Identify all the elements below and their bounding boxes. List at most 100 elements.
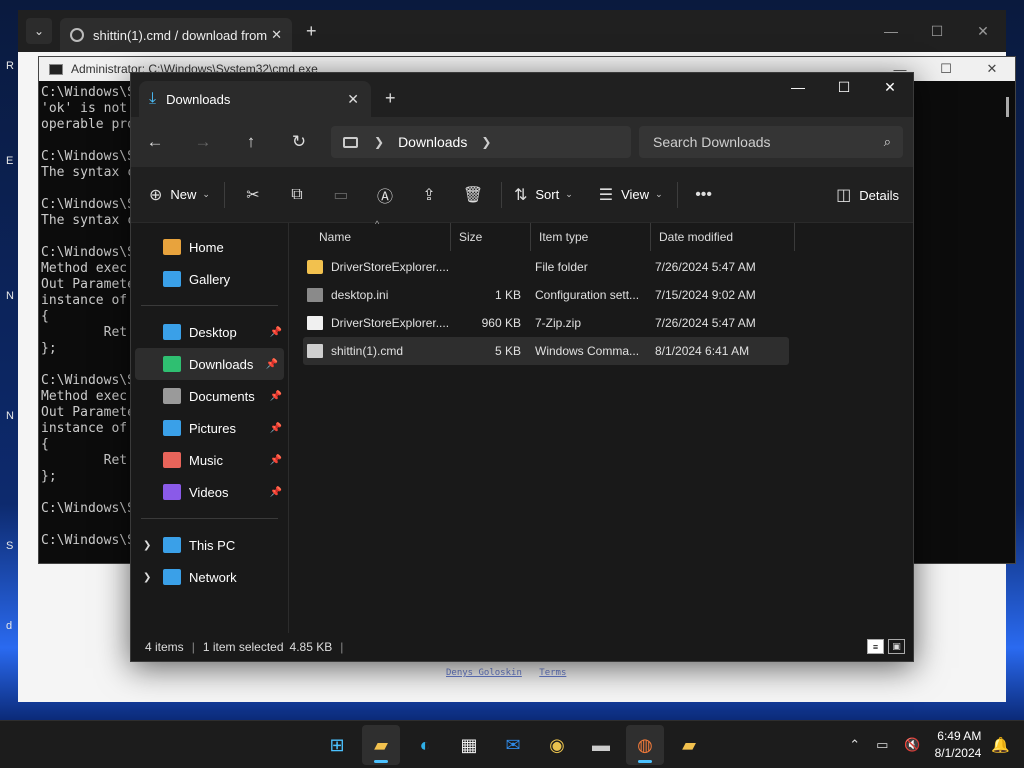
close-button[interactable]: ✕ (867, 73, 913, 101)
clipboard-icon: ▭ (333, 186, 349, 204)
folder-icon[interactable]: ▰ (670, 725, 708, 765)
minimize-button[interactable]: — (775, 73, 821, 101)
file-row[interactable]: desktop.ini 1 KB Configuration sett... 7/15… (303, 281, 789, 309)
browser-tab[interactable]: shittin(1).cmd / download from ✕ (60, 18, 292, 52)
chevron-down-icon: ⌄ (565, 189, 573, 199)
sidebar-item-videos[interactable]: Videos 📌 (131, 476, 288, 508)
sidebar-item-documents[interactable]: Documents 📌 (131, 380, 288, 412)
details-view-icon[interactable]: ≡ (867, 639, 884, 654)
share-button[interactable]: ⇪ (407, 167, 451, 223)
sidebar-item-label: Pictures (189, 420, 236, 436)
footer-link-terms[interactable]: Terms (539, 668, 566, 678)
new-button[interactable]: ⊕ New ⌄ (149, 167, 210, 223)
outlook-icon[interactable]: ✉ (494, 725, 532, 765)
maximize-button[interactable]: ☐ (821, 73, 867, 101)
sort-button[interactable]: ⇅ Sort ⌄ (514, 167, 573, 223)
plus-circle-icon: ⊕ (149, 186, 163, 204)
network-status-icon[interactable]: ▭ (876, 737, 888, 753)
close-button[interactable]: ✕ (969, 57, 1015, 81)
column-item-type[interactable]: Item type (531, 223, 651, 251)
minimize-button[interactable]: — (868, 10, 914, 52)
pictures-icon (163, 420, 181, 436)
explorer-tab[interactable]: ⤓ Downloads ✕ (139, 81, 371, 117)
file-row[interactable]: shittin(1).cmd 5 KB Windows Comma... 8/1/20… (303, 337, 789, 365)
view-button[interactable]: ☰ View ⌄ (599, 167, 663, 223)
desktop-icon-label[interactable]: S (6, 540, 13, 552)
desktop-icon-label[interactable]: R (6, 60, 14, 72)
desktop-icon-label[interactable]: N (6, 410, 14, 422)
desktop-icon (163, 324, 181, 340)
maximize-button[interactable]: ☐ (923, 57, 969, 81)
column-date-modified[interactable]: Date modified (651, 223, 795, 251)
clock[interactable]: 6:49 AM 8/1/2024 (935, 728, 982, 762)
chevron-right-icon[interactable]: ❯ (143, 572, 151, 583)
status-bar: 4 items | 1 item selected 4.85 KB | ≡ ▣ (131, 633, 913, 661)
up-button[interactable]: ↑ (227, 117, 275, 167)
address-bar[interactable]: ❯ Downloads ❯ (331, 126, 631, 158)
chevron-right-icon[interactable]: ❯ (374, 135, 384, 149)
column-name[interactable]: Name (289, 223, 451, 251)
sidebar-item-network[interactable]: ❯ Network (131, 561, 288, 593)
back-button[interactable]: ← (131, 117, 179, 167)
tiles-view-icon[interactable]: ▣ (888, 639, 905, 654)
details-button[interactable]: ◫ Details (836, 167, 899, 223)
more-options-button[interactable]: ••• (684, 167, 724, 223)
sidebar-item-home[interactable]: Home (131, 231, 288, 263)
monitor-icon (343, 136, 358, 148)
volume-icon[interactable]: 🔇 (904, 737, 920, 753)
sidebar-item-desktop[interactable]: Desktop 📌 (131, 316, 288, 348)
sidebar-item-this-pc[interactable]: ❯ This PC (131, 529, 288, 561)
rename-button[interactable]: Ⓐ (363, 167, 407, 223)
paste-button[interactable]: ▭ (319, 167, 363, 223)
close-button[interactable]: ✕ (960, 10, 1006, 52)
terminal-icon[interactable]: ▬ (582, 725, 620, 765)
new-tab-button[interactable]: + (385, 88, 396, 109)
column-size[interactable]: Size (451, 223, 531, 251)
scrollbar-thumb[interactable] (1006, 97, 1009, 117)
globe-icon (70, 28, 84, 42)
file-date: 8/1/2024 6:41 AM (655, 344, 750, 358)
footer-link-author[interactable]: Denys Goloskin (446, 668, 522, 678)
breadcrumb-downloads[interactable]: Downloads (398, 134, 467, 150)
notification-bell-icon[interactable]: 🔔 (991, 736, 1010, 754)
forward-button[interactable]: → (179, 117, 227, 167)
sidebar-item-pictures[interactable]: Pictures 📌 (131, 412, 288, 444)
documents-icon (163, 388, 181, 404)
chevron-down-icon[interactable]: ⌄ (26, 18, 52, 44)
cut-button[interactable]: ✂ (231, 167, 275, 223)
chevron-up-icon[interactable]: ⌃ (849, 737, 860, 753)
desktop-icon-label[interactable]: E (6, 155, 13, 167)
search-icon: ⌕ (883, 134, 891, 149)
sidebar-item-downloads[interactable]: Downloads 📌 (135, 348, 284, 380)
maximize-button[interactable]: ☐ (914, 10, 960, 52)
delete-button[interactable]: 🗑 (451, 167, 495, 223)
desktop-icon-label[interactable]: N (6, 290, 14, 302)
sidebar-item-gallery[interactable]: Gallery (131, 263, 288, 295)
selection-size: 4.85 KB (289, 640, 333, 654)
chevron-right-icon[interactable]: ❯ (143, 540, 151, 551)
file-explorer-icon[interactable]: ▰ (362, 725, 400, 765)
pin-icon: 📌 (269, 454, 282, 466)
sidebar-item-label: Network (189, 569, 237, 585)
sidebar-item-label: Videos (189, 484, 229, 500)
search-input[interactable]: Search Downloads ⌕ (639, 126, 903, 158)
firefox-icon[interactable]: ◍ (626, 725, 664, 765)
file-row[interactable]: DriverStoreExplorer.... File folder 7/26/2… (303, 253, 789, 281)
chevron-right-icon[interactable]: ❯ (481, 135, 491, 149)
desktop-icon-label[interactable]: d (6, 620, 12, 632)
chrome-icon[interactable]: ◉ (538, 725, 576, 765)
gallery-icon (163, 271, 181, 287)
new-tab-button[interactable]: + (306, 21, 317, 42)
edge-icon[interactable]: ◐ (406, 725, 444, 765)
download-icon: ⤓ (149, 90, 157, 107)
details-pane-icon: ◫ (836, 187, 852, 204)
close-icon[interactable]: ✕ (347, 91, 359, 108)
store-icon[interactable]: ▦ (450, 725, 488, 765)
close-icon[interactable]: ✕ (271, 27, 282, 43)
copy-button[interactable]: ⧉ (275, 167, 319, 223)
windows-start-icon[interactable]: ⊞ (318, 725, 356, 765)
file-name: shittin(1).cmd (331, 344, 404, 358)
file-row[interactable]: DriverStoreExplorer.... 960 KB 7-Zip.zip 7/… (303, 309, 789, 337)
refresh-button[interactable]: ↻ (275, 117, 323, 167)
sidebar-item-music[interactable]: Music 📌 (131, 444, 288, 476)
